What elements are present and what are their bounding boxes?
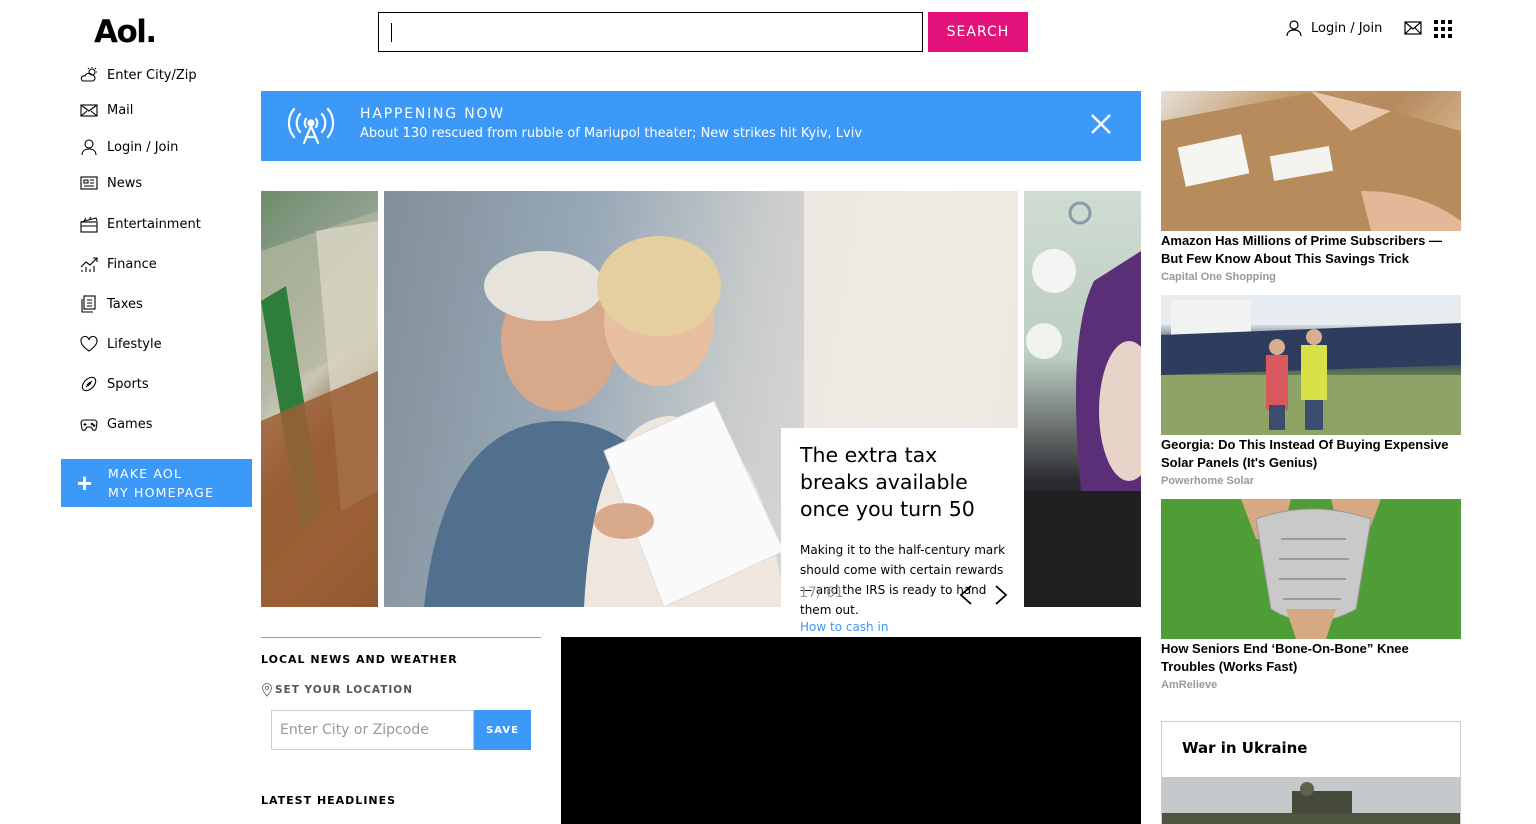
ad-title[interactable]: Amazon Has Millions of Prime Subscribers… [1161, 232, 1461, 268]
latest-headlines-title: LATEST HEADLINES [261, 794, 397, 807]
header-login-link[interactable]: Login / Join [1285, 19, 1382, 37]
close-icon[interactable] [1090, 113, 1112, 135]
money-wallet-image [261, 211, 378, 607]
sidebar-item-label: Games [107, 416, 153, 432]
clapperboard-icon [80, 216, 98, 233]
sidebar-item-games[interactable]: Games [80, 404, 255, 444]
carousel-headline[interactable]: The extra tax breaks available once you … [800, 442, 1005, 523]
war-image[interactable] [1162, 777, 1460, 824]
carousel-caption-card[interactable]: The extra tax breaks available once you … [781, 428, 1018, 638]
chart-icon [80, 257, 98, 272]
sidebar-item-login[interactable]: Login / Join [80, 132, 255, 162]
search-button[interactable]: SEARCH [928, 12, 1028, 52]
sidebar-item-entertainment[interactable]: Entertainment [80, 204, 255, 244]
plus-icon: + [76, 468, 93, 498]
sidebar-item-mail[interactable]: Mail [80, 88, 255, 132]
carousel-summary: Making it to the half-century mark shoul… [800, 543, 1006, 617]
chevron-right-icon[interactable] [992, 584, 1010, 606]
video-player[interactable] [561, 637, 1141, 824]
mail-icon [80, 104, 98, 117]
sponsored-ad[interactable]: Amazon Has Millions of Prime Subscribers… [1161, 91, 1461, 283]
carousel-link[interactable]: How to cash in [800, 620, 1018, 634]
set-location-label: SET YOUR LOCATION [275, 684, 414, 696]
carousel-counter: 17/ 61 [799, 585, 844, 601]
weather-icon [80, 67, 97, 82]
apps-grid-icon[interactable] [1434, 20, 1452, 38]
sidebar-item-label: Finance [107, 256, 157, 272]
make-aol-line1: MAKE AOL [108, 466, 183, 481]
search-input[interactable] [391, 13, 910, 51]
carousel-slide-previous[interactable] [261, 191, 378, 607]
user-icon [1286, 20, 1302, 37]
sponsored-ad[interactable]: How Seniors End ‘Bone-On-Bone” Knee Trou… [1161, 499, 1461, 691]
sidebar-item-taxes[interactable]: Taxes [80, 284, 255, 324]
soldier-tank-image [1162, 777, 1460, 824]
ad-source: AmRelieve [1161, 679, 1218, 691]
sidebar-item-label: Sports [107, 376, 149, 392]
ad-source: Powerhome Solar [1161, 475, 1254, 487]
happening-now-title: HAPPENING NOW [360, 106, 505, 122]
war-in-ukraine-title[interactable]: War in Ukraine [1162, 722, 1460, 757]
gamepad-icon [80, 419, 98, 431]
sidebar-item-label: Taxes [107, 296, 143, 312]
search-field[interactable] [378, 12, 923, 52]
city-zip-input[interactable]: Enter City or Zipcode [271, 710, 474, 750]
text-caret [391, 23, 392, 42]
ad-source: Capital One Shopping [1161, 271, 1276, 283]
aol-logo[interactable]: Aol. [94, 14, 157, 50]
ad-image-package[interactable] [1161, 91, 1461, 231]
sidebar-item-label: Lifestyle [107, 336, 162, 352]
sidebar-item-sports[interactable]: Sports [80, 364, 255, 404]
make-aol-homepage-button[interactable]: + MAKE AOL MY HOMEPAGE [61, 459, 252, 507]
sidebar-item-label: Mail [107, 102, 134, 118]
sidebar-item-label: News [107, 175, 143, 191]
ad-image-knee[interactable] [1161, 499, 1461, 639]
package-label-image [1161, 91, 1461, 231]
broadcast-icon [287, 107, 335, 145]
save-location-button[interactable]: SAVE [474, 710, 531, 750]
location-pin-icon [261, 683, 273, 697]
user-icon [81, 139, 97, 156]
header-login-label: Login / Join [1311, 20, 1383, 36]
football-icon [81, 376, 97, 392]
solar-panels-image [1161, 295, 1461, 435]
set-location-link[interactable]: SET YOUR LOCATION [261, 683, 413, 697]
document-icon [81, 295, 96, 313]
ad-title[interactable]: How Seniors End ‘Bone-On-Bone” Knee Trou… [1161, 640, 1461, 676]
sidebar-item-label: Entertainment [107, 216, 201, 232]
news-icon [80, 176, 98, 190]
ad-image-solar[interactable] [1161, 295, 1461, 435]
sidebar-item-label: Login / Join [107, 139, 179, 155]
local-news-title: LOCAL NEWS AND WEATHER [261, 653, 458, 666]
war-in-ukraine-module[interactable]: War in Ukraine [1161, 721, 1461, 824]
carousel-slide-next[interactable] [1024, 191, 1141, 607]
knee-brace-image [1161, 499, 1461, 639]
divider [261, 637, 541, 638]
happening-now-banner[interactable]: HAPPENING NOW About 130 rescued from rub… [261, 91, 1141, 161]
happening-now-text[interactable]: About 130 rescued from rubble of Mariupo… [360, 126, 862, 141]
heart-icon [80, 335, 98, 352]
sidebar-nav: Enter City/Zip Mail Login / Join News En… [80, 62, 255, 444]
person-portrait-image [1024, 201, 1141, 607]
mail-icon[interactable] [1404, 20, 1422, 36]
ad-title[interactable]: Georgia: Do This Instead Of Buying Expen… [1161, 436, 1461, 472]
chevron-left-icon[interactable] [957, 584, 975, 606]
sidebar-item-finance[interactable]: Finance [80, 244, 255, 284]
sidebar-item-news[interactable]: News [80, 162, 255, 204]
sidebar-item-label: Enter City/Zip [107, 67, 197, 83]
sidebar-item-weather[interactable]: Enter City/Zip [80, 62, 255, 88]
sponsored-ad[interactable]: Georgia: Do This Instead Of Buying Expen… [1161, 295, 1461, 487]
make-aol-line2: MY HOMEPAGE [108, 485, 215, 500]
sidebar-item-lifestyle[interactable]: Lifestyle [80, 324, 255, 364]
